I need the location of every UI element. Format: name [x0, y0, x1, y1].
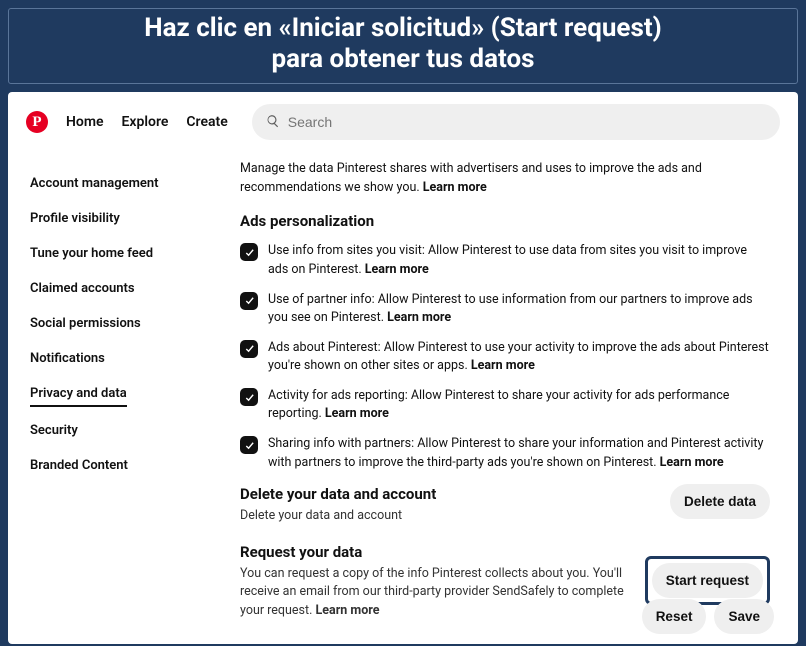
settings-content: Manage the data Pinterest shares with ad…	[240, 160, 776, 644]
option-ads-about-pinterest: Ads about Pinterest: Allow Pinterest to …	[240, 339, 770, 375]
reset-button[interactable]: Reset	[642, 599, 707, 634]
option-activity-reporting: Activity for ads reporting: Allow Pinter…	[240, 387, 770, 423]
learn-more-link[interactable]: Learn more	[660, 455, 724, 470]
checkbox-sharing-with-partners[interactable]	[240, 436, 258, 454]
option-sharing-with-partners: Sharing info with partners: Allow Pinter…	[240, 435, 770, 471]
start-request-button[interactable]: Start request	[652, 563, 763, 598]
save-button[interactable]: Save	[714, 599, 774, 634]
banner-line2: para obtener tus datos	[272, 44, 535, 74]
intro-text: Manage the data Pinterest shares with ad…	[240, 160, 770, 196]
start-request-highlight: Start request	[645, 556, 770, 605]
checkbox-activity-reporting[interactable]	[240, 388, 258, 406]
nav-home[interactable]: Home	[66, 114, 104, 130]
instruction-banner: Haz clic en «Iniciar solicitud» (Start r…	[8, 8, 798, 84]
option-use-site-info: Use info from sites you visit: Allow Pin…	[240, 242, 770, 278]
nav-explore[interactable]: Explore	[122, 114, 169, 130]
delete-data-button[interactable]: Delete data	[670, 484, 770, 519]
learn-more-link[interactable]: Learn more	[471, 358, 535, 373]
learn-more-link[interactable]: Learn more	[387, 310, 451, 325]
learn-more-link[interactable]: Learn more	[423, 180, 487, 195]
request-data-heading: Request your data	[240, 542, 627, 564]
banner-line1: Haz clic en «Iniciar solicitud» (Start r…	[144, 13, 662, 43]
search-bar[interactable]	[252, 104, 780, 140]
learn-more-link[interactable]: Learn more	[316, 603, 380, 618]
search-icon	[266, 113, 280, 132]
delete-data-heading: Delete your data and account	[240, 484, 652, 506]
sidebar-item-tune-home-feed[interactable]: Tune your home feed	[30, 236, 153, 271]
sidebar-item-social-permissions[interactable]: Social permissions	[30, 306, 141, 341]
delete-data-desc: Delete your data and account	[240, 507, 652, 525]
checkbox-ads-about-pinterest[interactable]	[240, 340, 258, 358]
ads-personalization-heading: Ads personalization	[240, 211, 770, 233]
learn-more-link[interactable]: Learn more	[365, 262, 429, 277]
learn-more-link[interactable]: Learn more	[325, 406, 389, 421]
request-data-desc: You can request a copy of the info Pinte…	[240, 565, 627, 619]
sidebar-item-privacy-and-data[interactable]: Privacy and data	[30, 376, 127, 407]
app-window: P Home Explore Create Account management…	[8, 92, 798, 644]
sidebar-item-notifications[interactable]: Notifications	[30, 341, 105, 376]
search-input[interactable]	[288, 114, 766, 130]
sidebar-item-profile-visibility[interactable]: Profile visibility	[30, 201, 120, 236]
sidebar-item-branded-content[interactable]: Branded Content	[30, 448, 128, 483]
footer-actions: Reset Save	[642, 599, 774, 634]
sidebar-item-claimed-accounts[interactable]: Claimed accounts	[30, 271, 135, 306]
sidebar-item-security[interactable]: Security	[30, 413, 78, 448]
checkbox-partner-info[interactable]	[240, 292, 258, 310]
checkbox-use-site-info[interactable]	[240, 243, 258, 261]
top-nav: P Home Explore Create	[8, 100, 798, 154]
settings-sidebar: Account management Profile visibility Tu…	[30, 160, 200, 644]
sidebar-item-account-management[interactable]: Account management	[30, 166, 159, 201]
option-partner-info: Use of partner info: Allow Pinterest to …	[240, 291, 770, 327]
pinterest-logo-icon[interactable]: P	[26, 111, 48, 133]
nav-create[interactable]: Create	[186, 114, 227, 130]
